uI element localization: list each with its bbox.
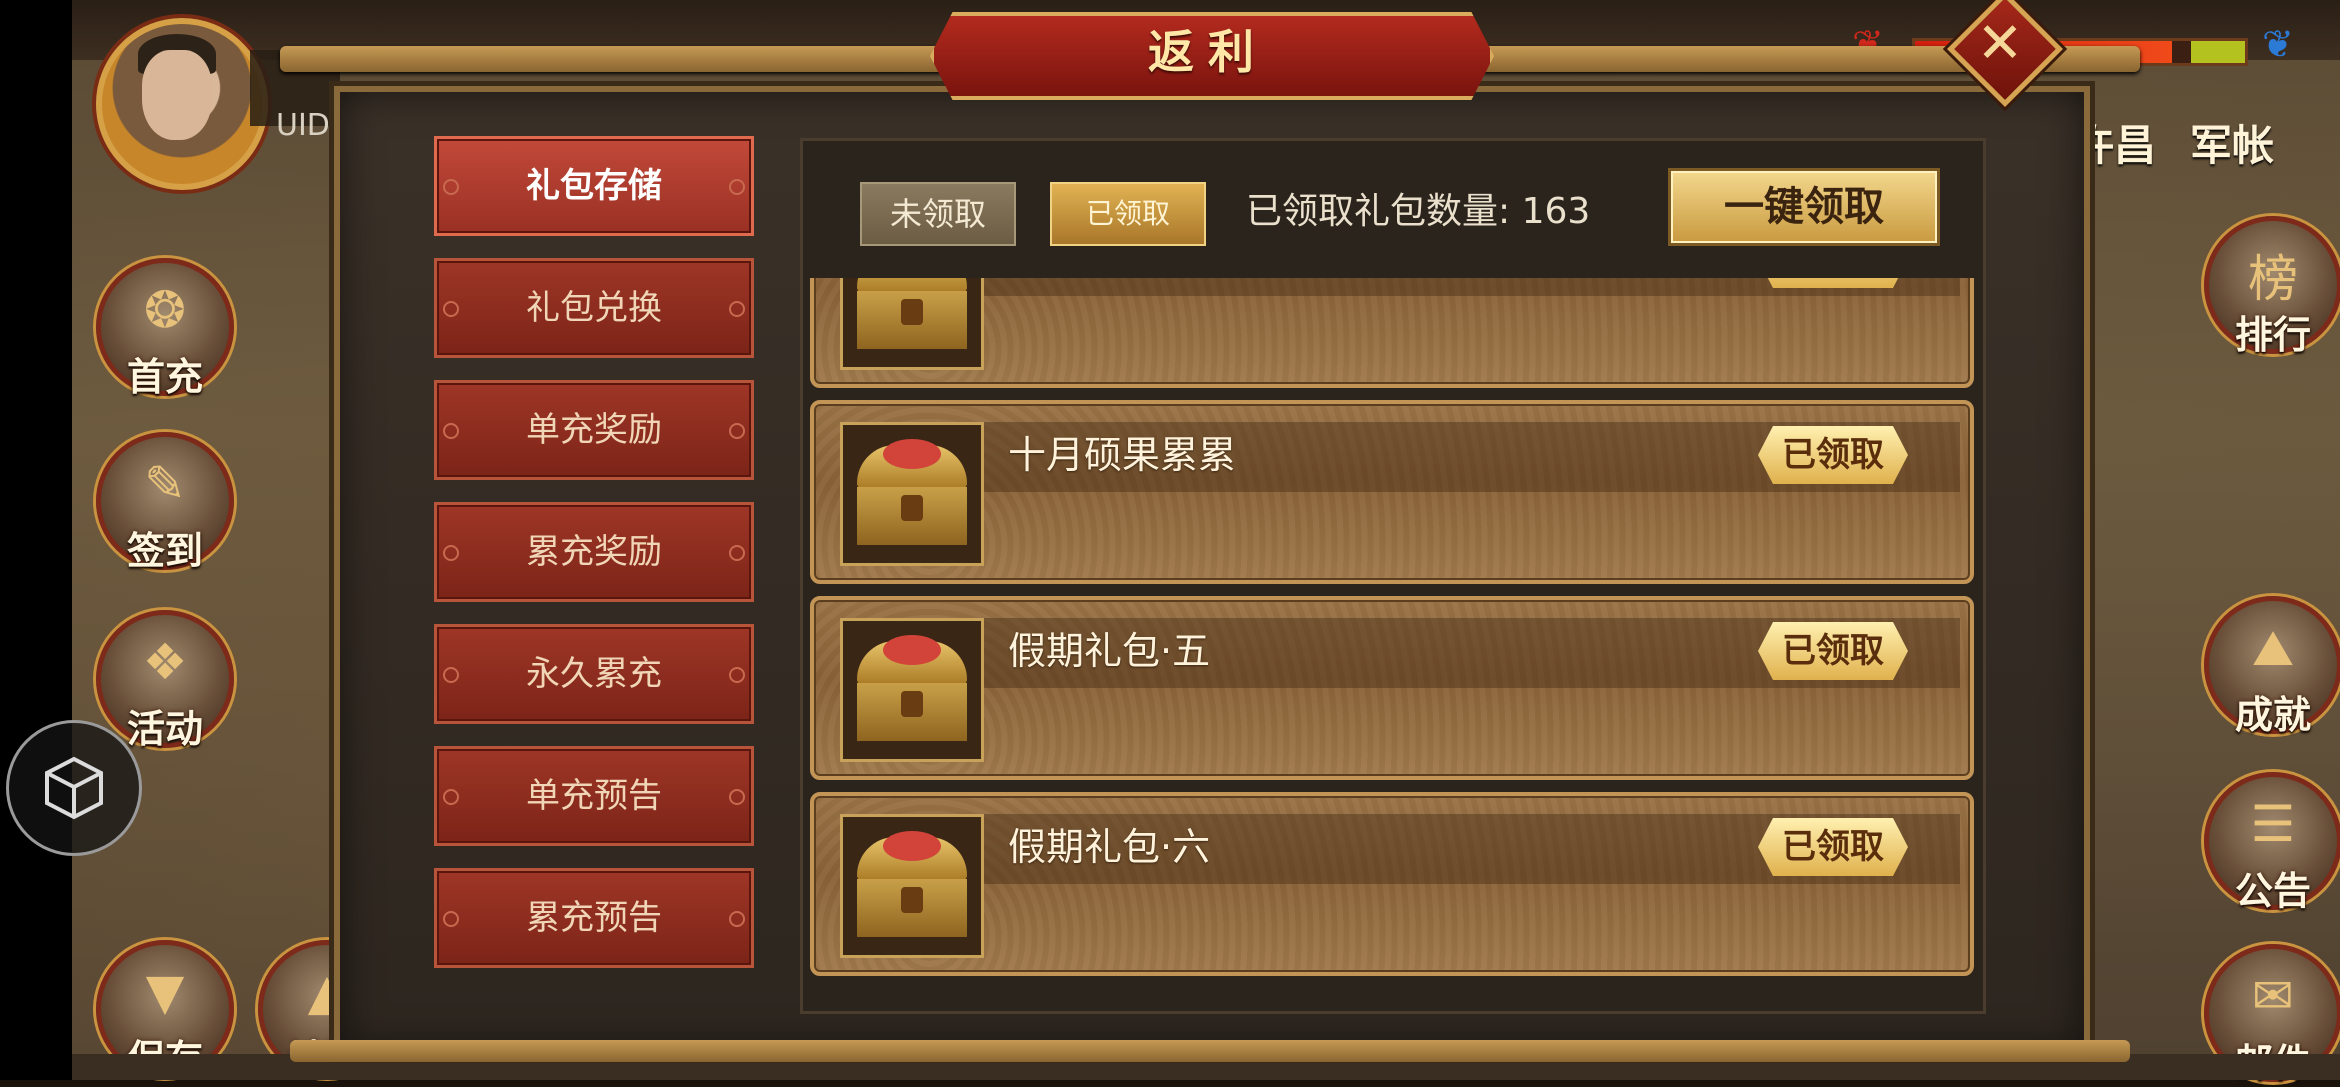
ar-cube-button[interactable] — [6, 720, 142, 856]
list-item: 十月硕果累累 已领取 — [810, 400, 1974, 584]
notice-button[interactable]: ☰ 公告 — [2204, 772, 2340, 913]
menu-label: 单充预告 — [526, 776, 662, 816]
claimed-count-label: 已领取礼包数量: 163 — [1246, 191, 1591, 232]
menu-single-recharge-preview[interactable]: 单充预告 — [434, 746, 754, 846]
sign-in-button[interactable]: ✎ 签到 — [96, 432, 234, 573]
scroll-icon: ✎ — [144, 455, 186, 513]
menu-ornament — [729, 789, 745, 805]
treasure-chest-icon — [840, 422, 984, 566]
chest-lock — [901, 691, 923, 717]
list-item: 假期礼包·五 已领取 — [810, 596, 1974, 780]
menu-gift-storage[interactable]: 礼包存储 — [434, 136, 754, 236]
mail-icon: ✉ — [2252, 967, 2294, 1025]
menu-label: 单充奖励 — [526, 410, 662, 450]
chest-gem — [883, 439, 941, 469]
menu-ornament — [443, 423, 459, 439]
menu-ornament — [443, 301, 459, 317]
menu-cumulative-recharge-reward[interactable]: 累充奖励 — [434, 502, 754, 602]
menu-ornament — [729, 545, 745, 561]
chest-gem — [883, 635, 941, 665]
menu-permanent-cumulative[interactable]: 永久累充 — [434, 624, 754, 724]
list-item: 假期礼包·四 已领取 — [810, 278, 1974, 388]
sign-in-label: 签到 — [126, 529, 203, 573]
health-bar-end — [2191, 41, 2245, 63]
claimed-badge[interactable]: 已领取 — [1758, 622, 1908, 680]
bag-icon: ❂ — [144, 281, 186, 339]
menu-cumulative-recharge-preview[interactable]: 累充预告 — [434, 868, 754, 968]
menu-ornament — [729, 179, 745, 195]
activity-button[interactable]: ❖ 活动 — [96, 610, 234, 751]
menu-single-recharge-reward[interactable]: 单充奖励 — [434, 380, 754, 480]
menu-ornament — [729, 301, 745, 317]
chest-lock — [901, 887, 923, 913]
chest-lock — [901, 495, 923, 521]
menu-ornament — [729, 911, 745, 927]
gift-name: 十月硕果累累 — [1008, 433, 1237, 477]
list-item: 假期礼包·六 已领取 — [810, 792, 1974, 976]
achievement-button[interactable]: ⛰ 成就 — [2204, 596, 2340, 737]
menu-gift-exchange[interactable]: 礼包兑换 — [434, 258, 754, 358]
menu-label: 累充奖励 — [526, 532, 662, 572]
achievement-label: 成就 — [2234, 693, 2311, 737]
avatar-face — [142, 50, 212, 140]
menu-ornament — [729, 667, 745, 683]
claim-all-button[interactable]: 一键领取 — [1668, 168, 1940, 246]
treasure-chest-icon — [840, 814, 984, 958]
treasure-icon: ❖ — [142, 633, 188, 691]
gift-list[interactable]: 假期礼包·四 已领取 十月硕果累累 已领取 假期礼包·五 已领取 假期礼包·六 … — [806, 278, 1976, 1008]
claimed-badge[interactable]: 已领取 — [1758, 278, 1908, 288]
player-uid-label: UID — [276, 108, 330, 143]
menu-ornament — [443, 911, 459, 927]
chest-gem — [883, 831, 941, 861]
screen-edge — [0, 0, 72, 1080]
menu-ornament — [443, 545, 459, 561]
first-recharge-label: 首充 — [126, 355, 203, 399]
menu-label: 累充预告 — [526, 898, 662, 938]
blue-bird-icon: ❦ — [2262, 22, 2294, 66]
menu-label: 礼包兑换 — [526, 288, 662, 328]
menu-label: 礼包存储 — [526, 166, 662, 206]
ranking-label: 排行 — [2234, 313, 2311, 357]
treasure-chest-icon — [840, 278, 984, 370]
treasure-chest-icon — [840, 618, 984, 762]
dialog-bottom-rail — [290, 1040, 2130, 1062]
gift-name: 假期礼包·四 — [1008, 278, 1210, 294]
filter-claimed-tab[interactable]: 已领取 — [1050, 182, 1206, 246]
claimed-badge[interactable]: 已领取 — [1758, 818, 1908, 876]
menu-label: 永久累充 — [526, 654, 662, 694]
menu-ornament — [729, 423, 745, 439]
dialog-title: 返利 — [1148, 25, 1268, 79]
city-camp[interactable]: 军帐 — [2190, 112, 2274, 173]
ranking-button[interactable]: 榜 排行 — [2204, 216, 2340, 357]
jade-seal-icon: ⛰ — [2252, 619, 2294, 677]
filter-unclaimed-tab[interactable]: 未领取 — [860, 182, 1016, 246]
ranking-board-icon: 榜 — [2248, 250, 2298, 308]
scroll-notice-icon: ☰ — [2250, 795, 2296, 853]
notice-label: 公告 — [2234, 869, 2311, 913]
gift-name: 假期礼包·五 — [1008, 629, 1211, 673]
menu-ornament — [443, 179, 459, 195]
gift-name: 假期礼包·六 — [1008, 825, 1211, 869]
chest-lock — [901, 299, 923, 325]
first-recharge-button[interactable]: ❂ 首充 — [96, 258, 234, 399]
save-icon: ▼ — [145, 963, 185, 1021]
close-icon[interactable]: ✕ — [1964, 8, 2036, 80]
player-avatar[interactable] — [96, 18, 268, 190]
claimed-badge[interactable]: 已领取 — [1758, 426, 1908, 484]
cube-icon — [45, 756, 103, 820]
menu-ornament — [443, 789, 459, 805]
menu-ornament — [443, 667, 459, 683]
